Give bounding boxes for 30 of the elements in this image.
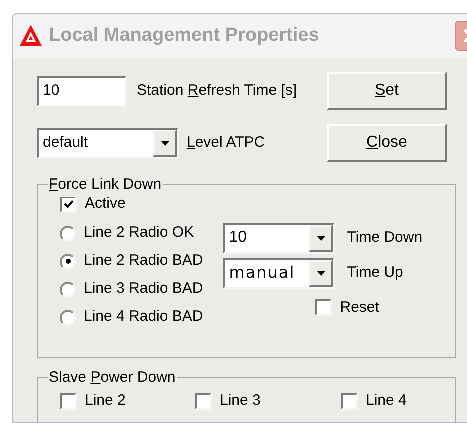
line-label: Line 4 xyxy=(366,391,407,411)
radio-button[interactable] xyxy=(60,254,76,270)
radio-button[interactable] xyxy=(60,310,76,326)
dialog-button[interactable]: Set xyxy=(327,72,447,110)
active-label: Active xyxy=(85,194,126,214)
radio-button[interactable] xyxy=(60,282,76,298)
radio-button[interactable] xyxy=(60,226,76,242)
checkbox[interactable] xyxy=(341,392,358,410)
reset-label: Reset xyxy=(340,298,380,318)
radio-label: Line 4 Radio BAD xyxy=(84,307,204,328)
atpc-label: Level ATPC xyxy=(187,132,266,153)
time-down-label: Time Down xyxy=(347,228,423,248)
radio-label: Line 2 Radio BAD xyxy=(84,251,204,272)
checkbox[interactable] xyxy=(195,392,212,410)
radio-label: Line 3 Radio BAD xyxy=(84,279,204,300)
window-title: Local Management Properties xyxy=(49,24,320,48)
line-label: Line 2 xyxy=(85,391,126,411)
refresh-time-label: Station Refresh Time [s] xyxy=(137,80,298,101)
checkbox[interactable] xyxy=(315,299,332,316)
refresh-time-field[interactable]: 10 xyxy=(37,76,127,106)
time-up-dropdown[interactable]: manual xyxy=(223,258,336,288)
line-label: Line 3 xyxy=(220,391,261,411)
triangle-logo-icon xyxy=(19,24,43,48)
dialog-button[interactable]: Close xyxy=(327,124,447,162)
time-down-dropdown[interactable]: 10 xyxy=(223,222,336,254)
time-up-label: Time Up xyxy=(347,262,404,283)
checkmark-icon xyxy=(64,200,74,209)
radio-label: Line 2 Radio OK xyxy=(84,223,194,244)
atpc-dropdown[interactable]: default xyxy=(37,128,179,158)
checkbox[interactable] xyxy=(60,392,77,410)
